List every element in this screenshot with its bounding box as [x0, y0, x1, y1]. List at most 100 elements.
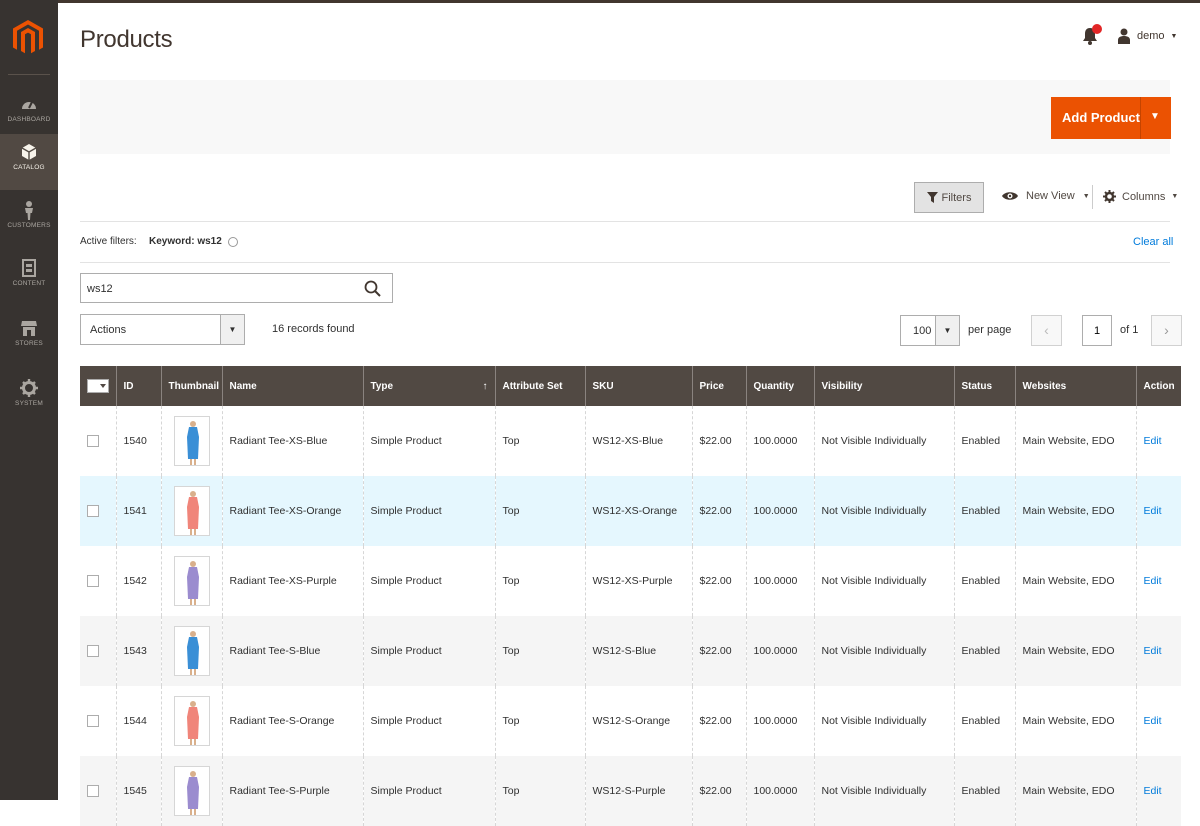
edit-link[interactable]: Edit [1144, 435, 1162, 447]
row-checkbox[interactable] [87, 505, 99, 518]
cell-thumbnail [160, 406, 222, 476]
column-header-quantity[interactable]: Quantity [745, 366, 814, 406]
cell-sku: WS12-S-Blue [584, 616, 692, 686]
per-page-select[interactable]: 100 ▼ [900, 315, 960, 346]
column-header-visibility[interactable]: Visibility [813, 366, 954, 406]
chevron-down-icon[interactable]: ▼ [1150, 111, 1160, 122]
chevron-down-icon: ▼ [1171, 193, 1179, 200]
divider [80, 221, 1170, 222]
cell-sku: WS12-S-Orange [584, 686, 692, 756]
tshirt-image [186, 701, 199, 745]
edit-link[interactable]: Edit [1144, 645, 1162, 657]
search-icon[interactable] [363, 279, 383, 299]
product-thumbnail[interactable] [173, 486, 210, 536]
mass-select-checkbox[interactable] [87, 379, 109, 393]
sidebar-item-catalog[interactable]: CATALOG [0, 134, 58, 190]
column-header-websites[interactable]: Websites [1014, 366, 1136, 406]
cell-price: $22.00 [691, 686, 746, 756]
cell-name: Radiant Tee-XS-Purple [221, 546, 363, 616]
table-row[interactable]: 1541 Radiant Tee-XS-Orange Simple Product T… [80, 476, 1181, 546]
filters-button[interactable]: Filters [914, 182, 984, 213]
chevron-left-icon: ‹ [1044, 322, 1049, 338]
cell-visibility: Not Visible Individually [813, 406, 954, 476]
user-menu[interactable]: demo ▼ [1117, 28, 1177, 44]
magento-logo-icon[interactable] [12, 20, 44, 56]
edit-link[interactable]: Edit [1144, 505, 1162, 517]
catalog-icon [21, 144, 37, 160]
cell-type: Simple Product [362, 546, 495, 616]
table-row[interactable]: 1545 Radiant Tee-S-Purple Simple Product To… [80, 756, 1181, 826]
eye-icon [1002, 192, 1018, 200]
row-checkbox[interactable] [87, 785, 99, 798]
sidebar-item-system[interactable]: SYSTEM [0, 370, 58, 426]
cell-action: Edit [1135, 616, 1181, 686]
column-header-action: Action [1135, 366, 1181, 406]
cell-status: Enabled [953, 476, 1015, 546]
cell-thumbnail [160, 686, 222, 756]
cell-visibility: Not Visible Individually [813, 686, 954, 756]
cell-price: $22.00 [691, 616, 746, 686]
clear-all-link[interactable]: Clear all [1133, 236, 1173, 248]
row-checkbox[interactable] [87, 715, 99, 728]
table-row[interactable]: 1542 Radiant Tee-XS-Purple Simple Product T… [80, 546, 1181, 616]
product-thumbnail[interactable] [173, 556, 210, 606]
row-checkbox[interactable] [87, 435, 99, 448]
cell-quantity: 100.0000 [745, 616, 814, 686]
mass-actions-select[interactable]: Actions ▼ [80, 314, 245, 345]
tshirt-image [186, 631, 199, 675]
row-checkbox[interactable] [87, 645, 99, 658]
cell-name: Radiant Tee-S-Orange [221, 686, 363, 756]
product-thumbnail[interactable] [173, 696, 210, 746]
edit-link[interactable]: Edit [1144, 715, 1162, 727]
table-row[interactable]: 1540 Radiant Tee-XS-Blue Simple Product Top… [80, 406, 1181, 476]
previous-page-button[interactable]: ‹ [1031, 315, 1062, 346]
cell-attribute-set: Top [494, 616, 585, 686]
edit-link[interactable]: Edit [1144, 785, 1162, 797]
records-count: 16 records found [272, 323, 355, 335]
add-product-label: Add Product [1062, 110, 1140, 125]
sidebar-item-label: CATALOG [13, 164, 45, 171]
cell-id: 1541 [115, 476, 161, 546]
column-header-attribute-set[interactable]: Attribute Set [494, 366, 585, 406]
user-name: demo [1137, 30, 1165, 42]
column-header-name[interactable]: Name [221, 366, 363, 406]
remove-filter-icon[interactable] [227, 236, 238, 247]
notifications-button[interactable] [1080, 24, 1104, 46]
column-header-sku[interactable]: SKU [584, 366, 692, 406]
cell-status: Enabled [953, 546, 1015, 616]
search-input[interactable] [87, 280, 347, 298]
table-row[interactable]: 1544 Radiant Tee-S-Orange Simple Product To… [80, 686, 1181, 756]
sidebar-item-stores[interactable]: STORES [0, 310, 58, 366]
columns-button[interactable]: Columns ▼ [1103, 190, 1178, 203]
row-checkbox[interactable] [87, 575, 99, 588]
column-header-thumbnail: Thumbnail [160, 366, 222, 406]
page-number-input[interactable] [1082, 315, 1112, 346]
product-thumbnail[interactable] [173, 416, 210, 466]
page-title: Products [80, 26, 173, 53]
view-switcher[interactable]: New View ▼ [1002, 190, 1090, 202]
cell-attribute-set: Top [494, 756, 585, 826]
user-icon [1118, 28, 1130, 44]
product-thumbnail[interactable] [173, 626, 210, 676]
per-page-value: 100 [913, 325, 932, 337]
sidebar-item-customers[interactable]: CUSTOMERS [0, 192, 58, 248]
chevron-down-icon: ▼ [935, 316, 959, 345]
cell-thumbnail [160, 616, 222, 686]
sidebar-item-label: SYSTEM [15, 400, 43, 407]
cell-action: Edit [1135, 546, 1181, 616]
column-header-type[interactable]: Type ↑ [362, 366, 495, 406]
next-page-button[interactable]: › [1151, 315, 1182, 346]
column-header-status[interactable]: Status [953, 366, 1015, 406]
mass-select-header[interactable] [80, 366, 116, 406]
chevron-down-icon: ▼ [1170, 32, 1178, 40]
add-product-button[interactable]: Add Product ▼ [1051, 97, 1171, 139]
table-row[interactable]: 1543 Radiant Tee-S-Blue Simple Product Top W… [80, 616, 1181, 686]
product-thumbnail[interactable] [173, 766, 210, 816]
sidebar-item-label: STORES [15, 340, 43, 347]
cell-quantity: 100.0000 [745, 406, 814, 476]
chevron-down-icon: ▼ [1082, 192, 1090, 200]
sidebar-item-content[interactable]: CONTENT [0, 250, 58, 306]
column-header-price[interactable]: Price [691, 366, 746, 406]
column-header-id[interactable]: ID [115, 366, 161, 406]
edit-link[interactable]: Edit [1144, 575, 1162, 587]
